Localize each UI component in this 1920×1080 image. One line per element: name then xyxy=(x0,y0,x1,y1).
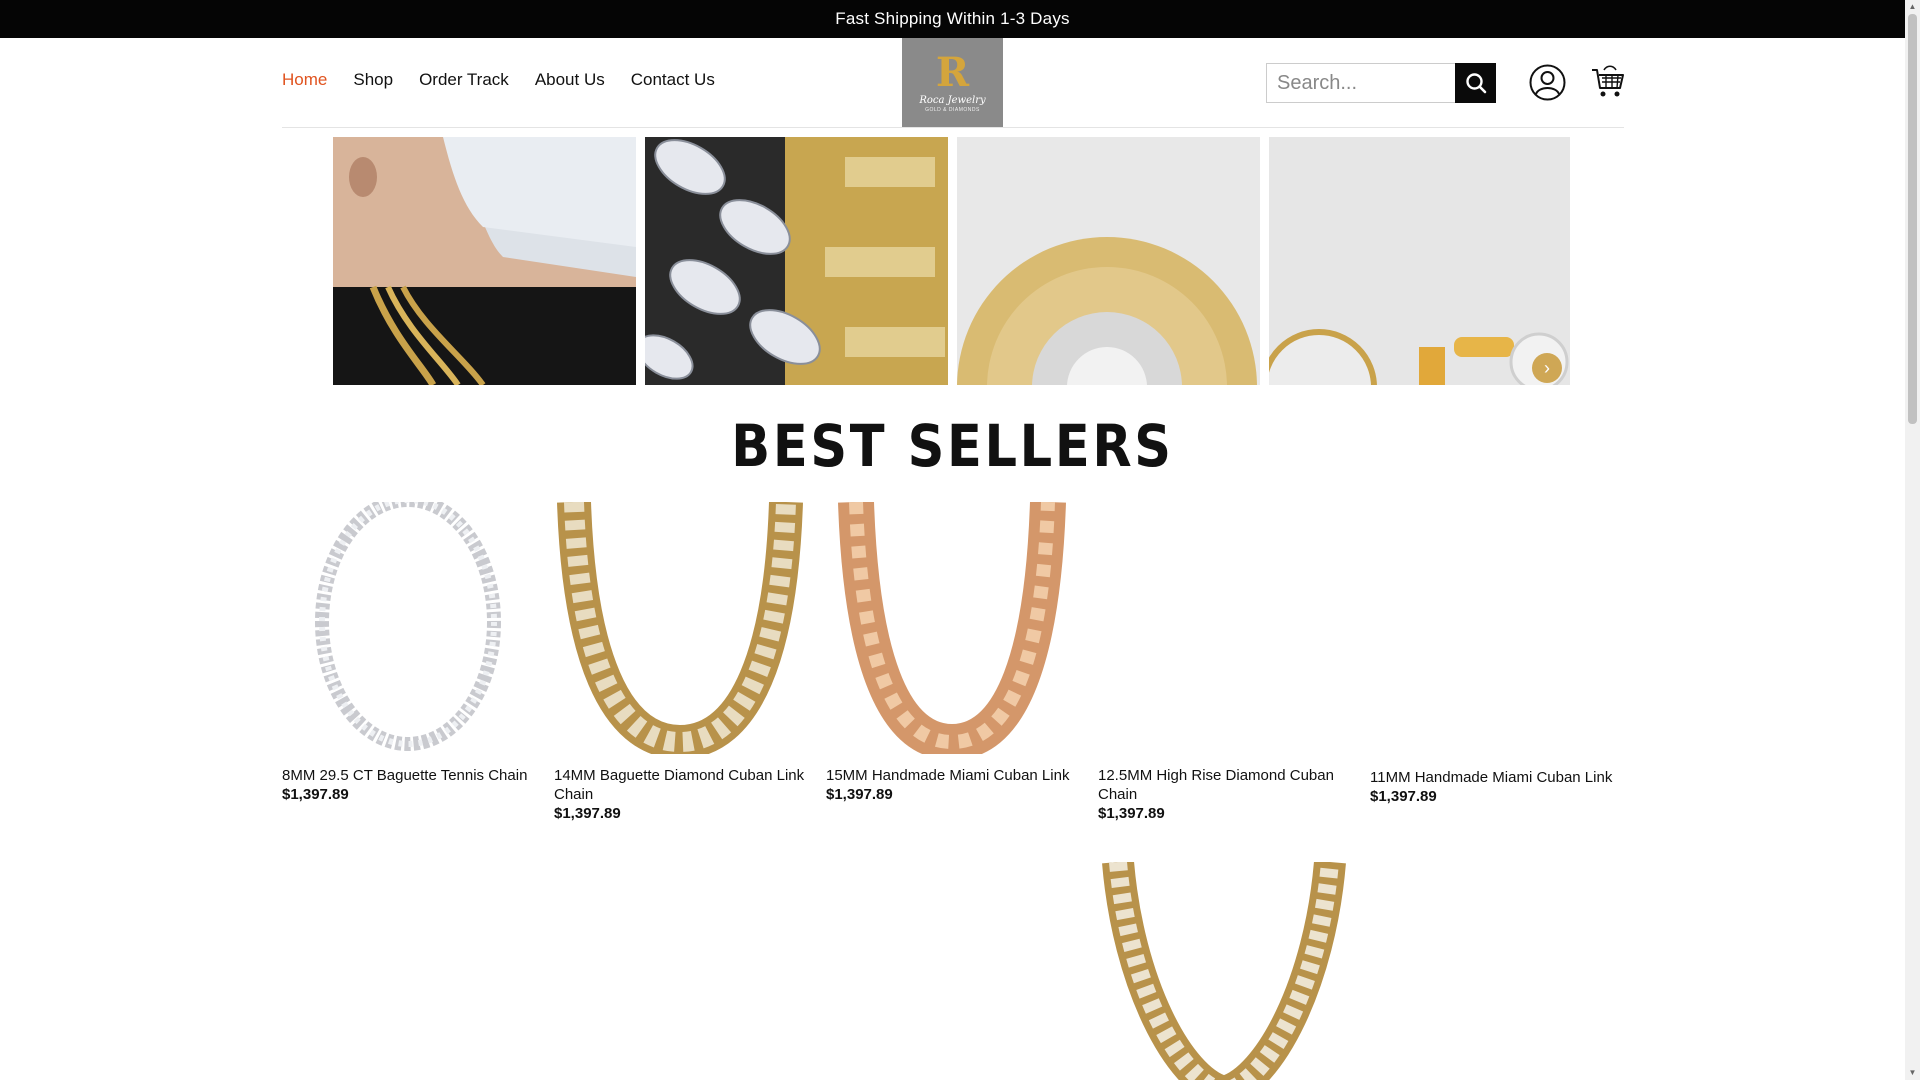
product-image[interactable] xyxy=(554,502,806,754)
nav-order-track[interactable]: Order Track xyxy=(419,70,509,90)
nav-contact-us[interactable]: Contact Us xyxy=(631,70,715,90)
stud-earrings-image xyxy=(1269,137,1570,385)
product-price: $1,397.89 xyxy=(1098,805,1165,822)
account-button[interactable] xyxy=(1529,64,1566,101)
scroll-up-icon[interactable]: ▲ xyxy=(1908,2,1917,12)
miami-cuban-image xyxy=(838,502,1066,754)
chevron-right-icon: › xyxy=(1544,357,1550,378)
product-price: $1,397.89 xyxy=(826,786,893,803)
search-icon xyxy=(1465,73,1486,94)
product-name[interactable]: 11MM Handmade Miami Cuban Link xyxy=(1370,768,1632,787)
account-icon xyxy=(1529,64,1566,101)
product-card[interactable] xyxy=(1098,862,1350,1080)
scrollbar-thumb[interactable] xyxy=(1908,14,1917,424)
cart-button[interactable] xyxy=(1590,64,1626,100)
product-name[interactable]: 14MM Baguette Diamond Cuban Link Chain xyxy=(554,766,806,804)
tennis-chain-image xyxy=(315,502,501,751)
product-image[interactable] xyxy=(1098,862,1350,1080)
product-card[interactable]: 8MM 29.5 CT Baguette Tennis Chain $1,397… xyxy=(282,502,534,803)
product-name[interactable]: 12.5MM High Rise Diamond Cuban Chain xyxy=(1098,766,1350,804)
product-image[interactable] xyxy=(282,502,534,754)
product-card[interactable]: 14MM Baguette Diamond Cuban Link Chain $… xyxy=(554,502,806,822)
product-name[interactable]: 8MM 29.5 CT Baguette Tennis Chain xyxy=(282,766,534,785)
nav-home[interactable]: Home xyxy=(282,70,327,90)
logo-monogram: R xyxy=(935,48,970,96)
product-image[interactable] xyxy=(1098,502,1350,754)
site-logo[interactable]: R Roca Jewelry GOLD & DIAMONDS xyxy=(902,38,1003,127)
slider-next-button[interactable]: › xyxy=(1532,353,1562,383)
slide-gold-chains-model[interactable] xyxy=(333,137,636,385)
diamond-cuban-chain-image xyxy=(1102,862,1346,1080)
product-price: $1,397.89 xyxy=(554,805,621,822)
product-image[interactable] xyxy=(1370,502,1622,756)
logo-tagline: GOLD & DIAMONDS xyxy=(925,106,980,113)
product-image[interactable] xyxy=(826,502,1078,754)
slide-diamond-links[interactable] xyxy=(645,137,948,385)
slide-stud-earrings[interactable] xyxy=(1269,137,1570,385)
product-price: $1,397.89 xyxy=(1370,788,1437,805)
product-price: $1,397.89 xyxy=(282,786,349,803)
main-nav: Home Shop Order Track About Us Contact U… xyxy=(282,70,715,90)
logo-script: Roca Jewelry xyxy=(919,94,986,106)
category-slider[interactable] xyxy=(333,137,1570,385)
nav-about-us[interactable]: About Us xyxy=(535,70,605,90)
product-card[interactable]: 12.5MM High Rise Diamond Cuban Chain $1,… xyxy=(1098,502,1350,822)
gold-chains-model-image xyxy=(333,137,636,385)
announcement-text: Fast Shipping Within 1-3 Days xyxy=(835,9,1070,28)
search-form xyxy=(1266,63,1496,103)
cart-icon xyxy=(1592,65,1624,97)
search-input[interactable] xyxy=(1267,64,1467,102)
diamond-links-image xyxy=(645,137,948,385)
header-divider xyxy=(282,127,1624,128)
announcement-bar: Fast Shipping Within 1-3 Days xyxy=(0,0,1905,38)
diamond-ring-image xyxy=(957,137,1260,385)
slide-diamond-ring[interactable] xyxy=(957,137,1260,385)
scrollbar[interactable]: ▲ ▼ xyxy=(1905,0,1920,1080)
section-title: BEST SELLERS xyxy=(731,412,1174,480)
product-name[interactable]: 15MM Handmade Miami Cuban Link xyxy=(826,766,1078,785)
nav-shop[interactable]: Shop xyxy=(353,70,393,90)
cuban-chain-image xyxy=(557,502,803,754)
scroll-down-icon[interactable]: ▼ xyxy=(1908,1068,1917,1078)
product-card[interactable]: 15MM Handmade Miami Cuban Link $1,397.89 xyxy=(826,502,1078,803)
product-card[interactable]: 11MM Handmade Miami Cuban Link $1,397.89 xyxy=(1370,502,1632,805)
search-button[interactable] xyxy=(1455,63,1496,103)
